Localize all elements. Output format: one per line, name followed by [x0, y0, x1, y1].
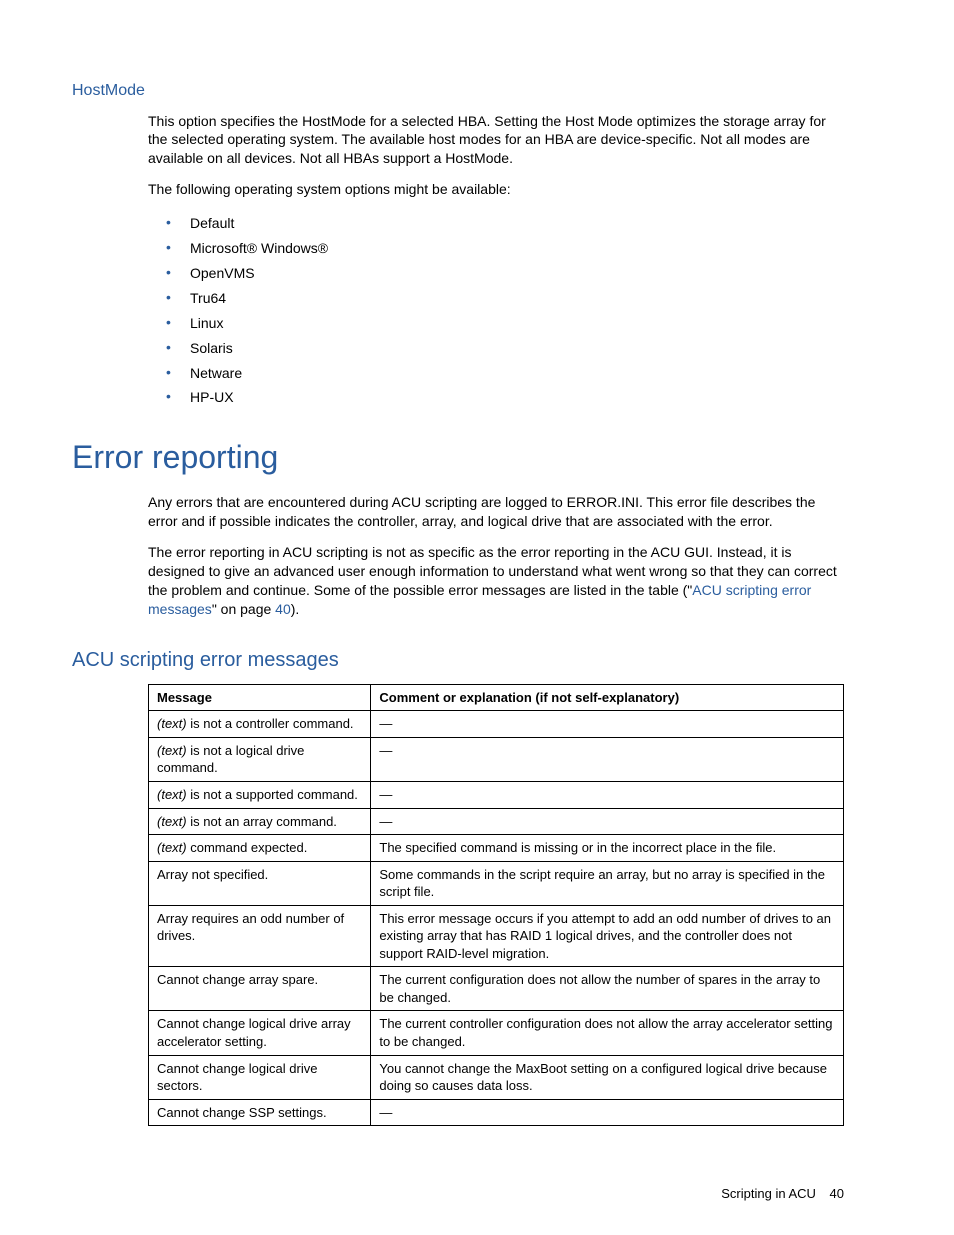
acu-table-heading: ACU scripting error messages — [72, 647, 844, 674]
list-item: Tru64 — [166, 286, 844, 311]
table-row: (text) command expected.The specified co… — [149, 835, 844, 862]
table-row: (text) is not a controller command.— — [149, 711, 844, 738]
os-list: DefaultMicrosoft® Windows®OpenVMSTru64Li… — [166, 211, 844, 410]
er-p2b: " on page — [212, 601, 275, 617]
link-page-40[interactable]: 40 — [275, 601, 291, 617]
cell-message: Cannot change array spare. — [149, 967, 371, 1011]
footer-page-number: 40 — [830, 1186, 844, 1201]
msg-suffix: is not a controller command. — [187, 716, 354, 731]
cell-comment: You cannot change the MaxBoot setting on… — [371, 1055, 844, 1099]
table-row: Cannot change logical drive sectors.You … — [149, 1055, 844, 1099]
cell-message: Cannot change SSP settings. — [149, 1099, 371, 1126]
cell-message: (text) is not a controller command. — [149, 711, 371, 738]
table-body: (text) is not a controller command.—(tex… — [149, 711, 844, 1126]
msg-italic-prefix: (text) — [157, 840, 187, 855]
page-footer: Scripting in ACU 40 — [721, 1185, 844, 1203]
table-row: Cannot change logical drive array accele… — [149, 1011, 844, 1055]
list-item: OpenVMS — [166, 261, 844, 286]
cell-message: (text) is not an array command. — [149, 808, 371, 835]
th-comment: Comment or explanation (if not self-expl… — [371, 684, 844, 711]
cell-comment: — — [371, 737, 844, 781]
cell-comment: The current controller configuration doe… — [371, 1011, 844, 1055]
msg-suffix: is not a supported command. — [187, 787, 358, 802]
cell-message: (text) is not a supported command. — [149, 782, 371, 809]
msg-suffix: is not an array command. — [187, 814, 337, 829]
list-item: Microsoft® Windows® — [166, 236, 844, 261]
cell-message: (text) command expected. — [149, 835, 371, 862]
msg-suffix: command expected. — [187, 840, 308, 855]
hostmode-para1: This option specifies the HostMode for a… — [148, 112, 844, 169]
msg-italic-prefix: (text) — [157, 814, 187, 829]
msg-italic-prefix: (text) — [157, 743, 187, 758]
cell-comment: — — [371, 711, 844, 738]
th-message: Message — [149, 684, 371, 711]
error-messages-table: Message Comment or explanation (if not s… — [148, 684, 844, 1126]
table-row: (text) is not an array command.— — [149, 808, 844, 835]
hostmode-heading: HostMode — [72, 80, 844, 102]
table-row: (text) is not a supported command.— — [149, 782, 844, 809]
cell-comment: — — [371, 782, 844, 809]
table-row: Cannot change SSP settings.— — [149, 1099, 844, 1126]
cell-message: (text) is not a logical drive command. — [149, 737, 371, 781]
list-item: Default — [166, 211, 844, 236]
cell-comment: Some commands in the script require an a… — [371, 861, 844, 905]
er-p2c: ). — [291, 601, 300, 617]
error-reporting-para1: Any errors that are encountered during A… — [148, 493, 844, 531]
cell-comment: The specified command is missing or in t… — [371, 835, 844, 862]
cell-comment: — — [371, 1099, 844, 1126]
error-reporting-heading: Error reporting — [72, 436, 844, 479]
list-item: HP-UX — [166, 385, 844, 410]
list-item: Solaris — [166, 336, 844, 361]
msg-italic-prefix: (text) — [157, 787, 187, 802]
cell-message: Cannot change logical drive array accele… — [149, 1011, 371, 1055]
table-row: Array not specified.Some commands in the… — [149, 861, 844, 905]
cell-comment: — — [371, 808, 844, 835]
cell-comment: This error message occurs if you attempt… — [371, 905, 844, 967]
error-reporting-para2: The error reporting in ACU scripting is … — [148, 543, 844, 619]
list-item: Netware — [166, 361, 844, 386]
cell-message: Array not specified. — [149, 861, 371, 905]
table-row: Cannot change array spare.The current co… — [149, 967, 844, 1011]
table-row: (text) is not a logical drive command.— — [149, 737, 844, 781]
cell-comment: The current configuration does not allow… — [371, 967, 844, 1011]
cell-message: Cannot change logical drive sectors. — [149, 1055, 371, 1099]
list-item: Linux — [166, 311, 844, 336]
table-row: Array requires an odd number of drives.T… — [149, 905, 844, 967]
table-header-row: Message Comment or explanation (if not s… — [149, 684, 844, 711]
hostmode-para2: The following operating system options m… — [148, 180, 844, 199]
cell-message: Array requires an odd number of drives. — [149, 905, 371, 967]
footer-section: Scripting in ACU — [721, 1186, 816, 1201]
msg-italic-prefix: (text) — [157, 716, 187, 731]
